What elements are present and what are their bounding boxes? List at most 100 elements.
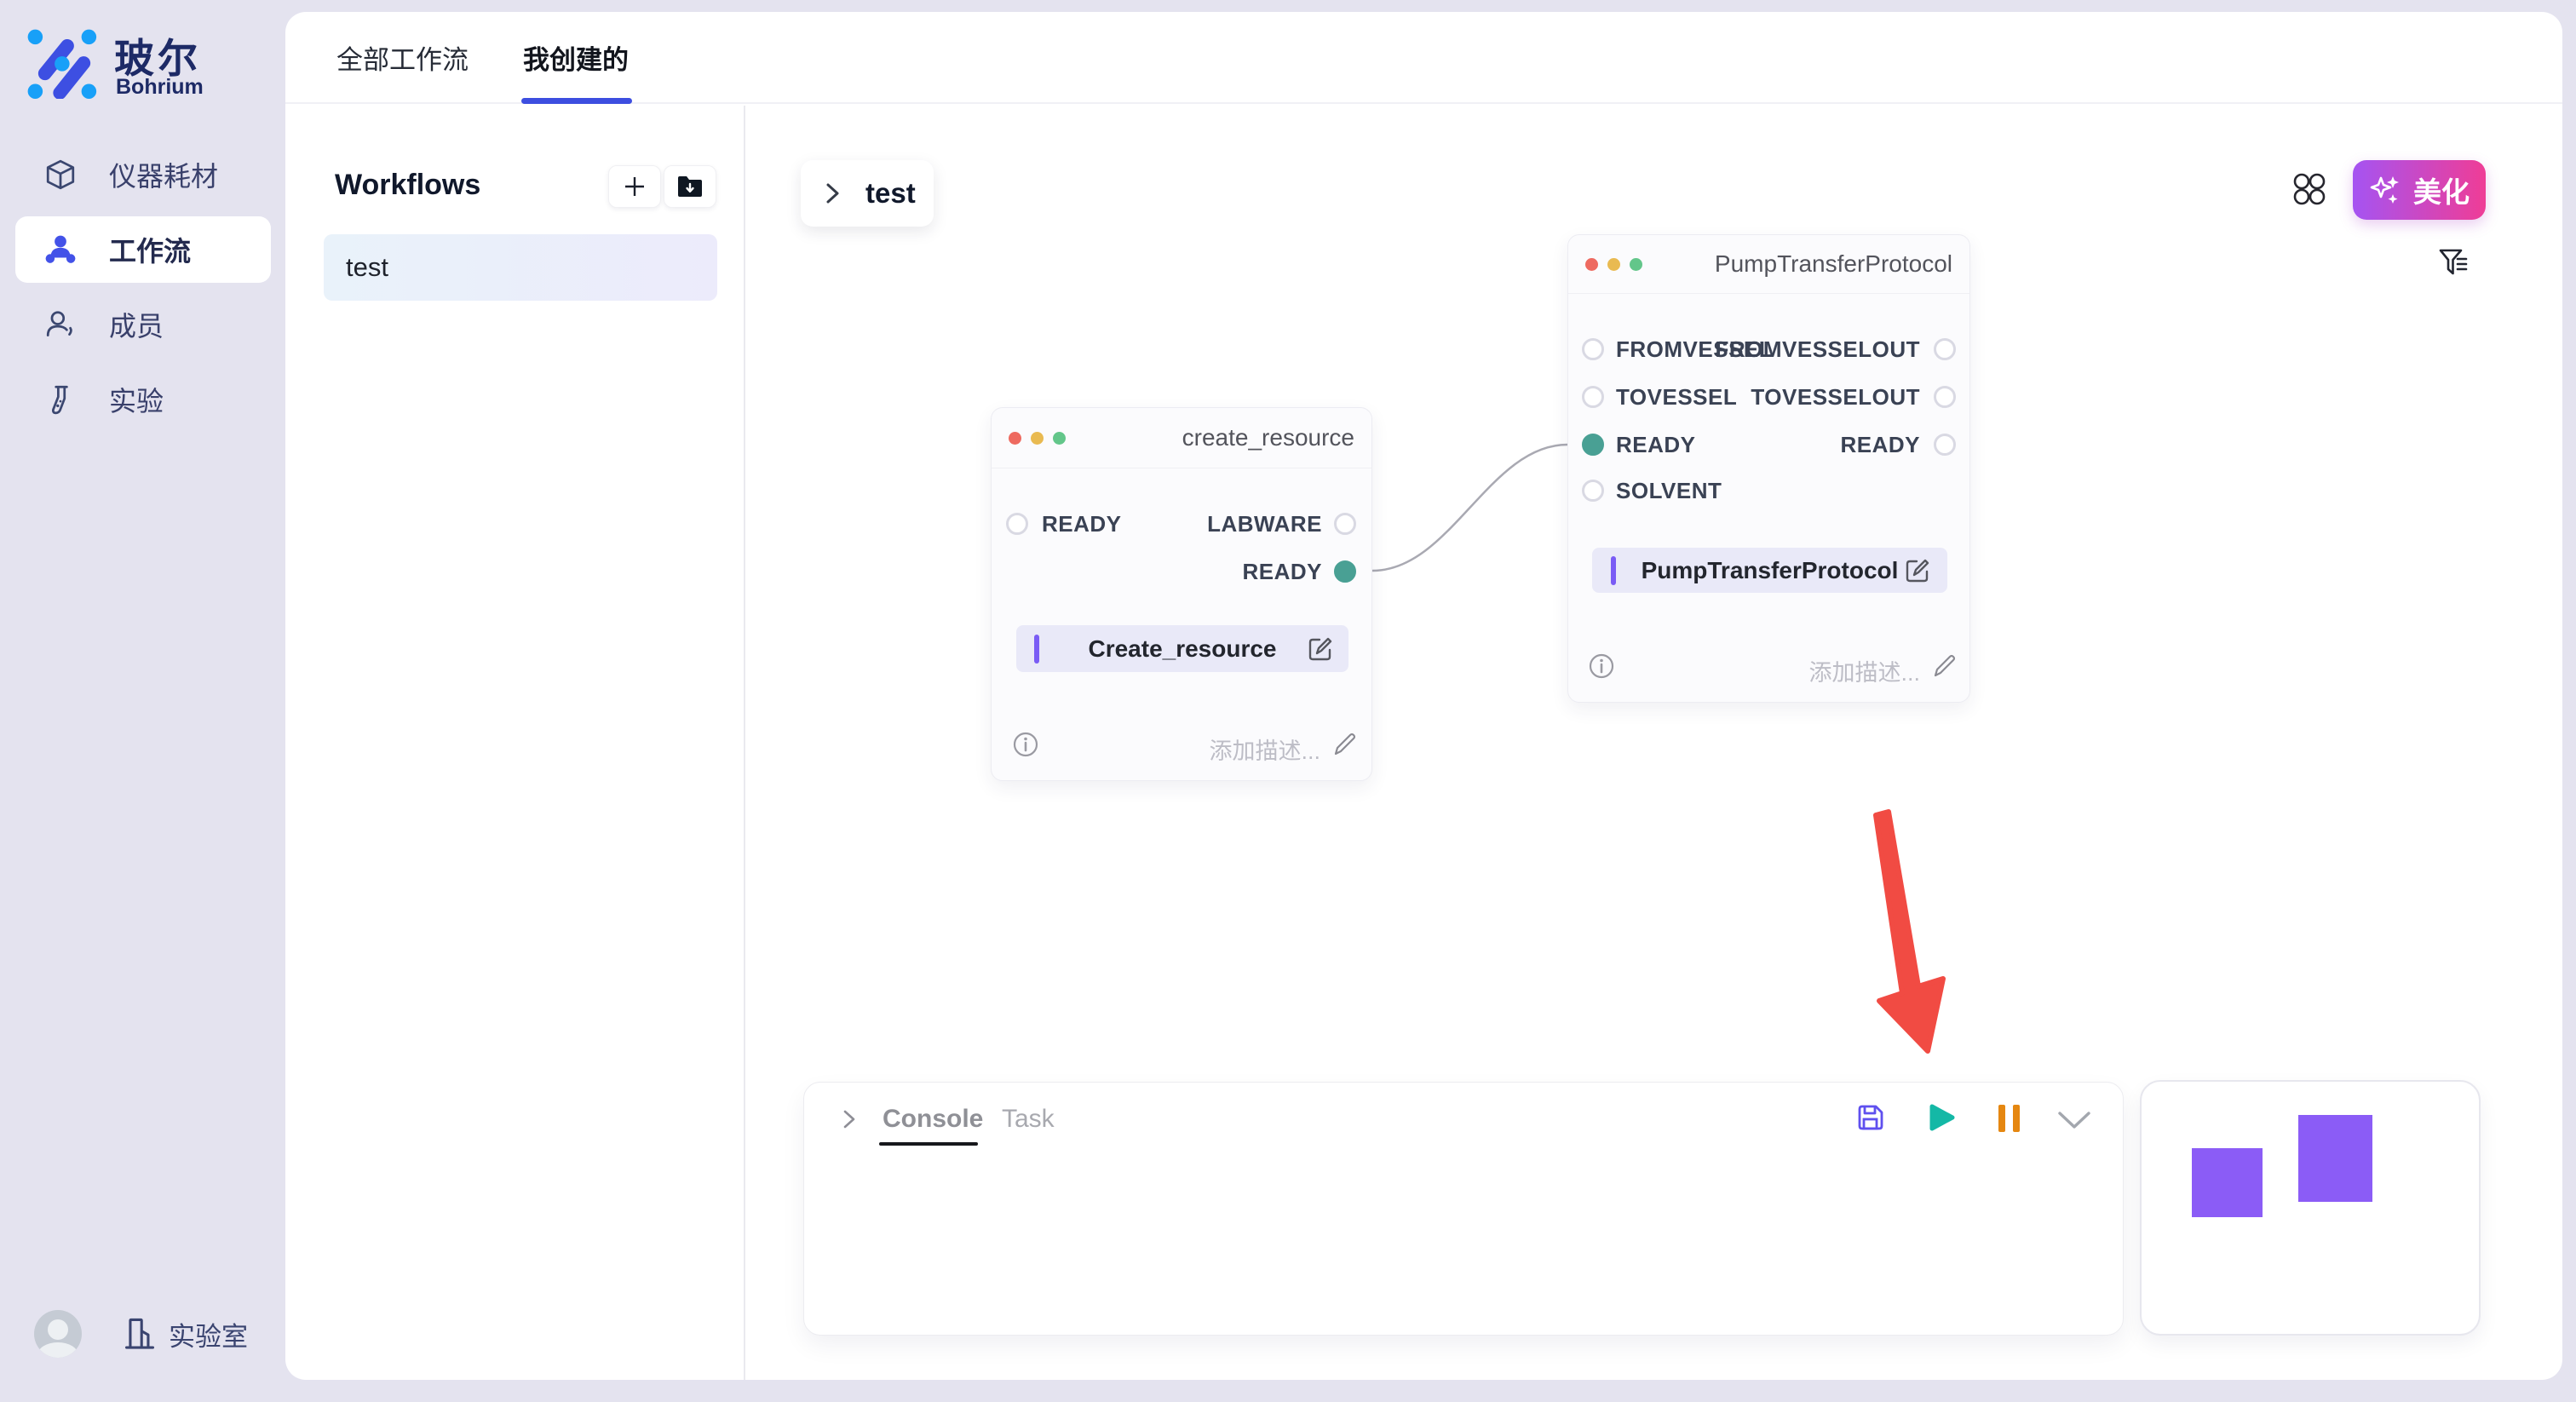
- beautify-button[interactable]: 美化: [2353, 160, 2486, 220]
- info-icon[interactable]: [1587, 652, 1616, 681]
- members-icon: [44, 308, 77, 341]
- play-icon[interactable]: [1925, 1101, 1958, 1134]
- minimap[interactable]: [2140, 1080, 2481, 1336]
- plus-icon: [621, 173, 648, 200]
- chevron-right-icon[interactable]: [838, 1108, 860, 1130]
- traffic-lights: [1585, 258, 1642, 271]
- minimap-node-create-resource: [2192, 1148, 2263, 1217]
- traffic-lights: [1009, 432, 1066, 445]
- node-title: PumpTransferProtocol: [1715, 250, 1952, 278]
- pencil-icon[interactable]: [1932, 653, 1958, 679]
- main-header: 全部工作流 我创建的: [285, 12, 2562, 104]
- port-circle-icon[interactable]: [1934, 338, 1956, 360]
- tab-label: 全部工作流: [336, 38, 469, 77]
- port-circle-icon[interactable]: [1582, 338, 1604, 360]
- port-circle-icon[interactable]: [1934, 386, 1956, 408]
- port-label: TOVESSEL: [1616, 384, 1737, 411]
- port-circle-connected-icon[interactable]: [1334, 560, 1356, 583]
- pencil-icon[interactable]: [1332, 732, 1358, 757]
- edit-icon[interactable]: [1306, 635, 1335, 664]
- lab-switcher[interactable]: 实验室: [123, 1315, 248, 1353]
- sidebar-item-label: 实验: [109, 380, 164, 419]
- minimap-node-pump-transfer: [2298, 1115, 2372, 1202]
- action-accent-bar: [1611, 556, 1616, 585]
- workflow-list-item[interactable]: test: [324, 234, 717, 301]
- filter-icon[interactable]: [2436, 245, 2470, 279]
- layout-command-icon[interactable]: [2292, 172, 2326, 206]
- output-port-ready[interactable]: READY: [1840, 433, 1969, 457]
- traffic-yellow-icon[interactable]: [1031, 432, 1044, 445]
- port-circle-connected-icon[interactable]: [1582, 434, 1604, 456]
- save-icon[interactable]: [1854, 1101, 1887, 1134]
- traffic-green-icon[interactable]: [1053, 432, 1066, 445]
- node-create-resource[interactable]: create_resource READY LABWARE READY Crea…: [991, 407, 1372, 781]
- node-title: create_resource: [1182, 424, 1354, 451]
- workflow-team-icon: [44, 233, 77, 266]
- tab-console[interactable]: Console: [883, 1105, 983, 1134]
- node-header: create_resource: [992, 408, 1371, 468]
- sidebar-item-label: 工作流: [109, 230, 191, 269]
- port-label: TOVESSELOUT: [1751, 384, 1920, 411]
- port-label: READY: [1616, 432, 1696, 458]
- input-port-ready[interactable]: READY: [1568, 433, 1696, 457]
- port-circle-icon[interactable]: [1582, 386, 1604, 408]
- traffic-yellow-icon[interactable]: [1607, 258, 1620, 271]
- input-port-solvent[interactable]: SOLVENT: [1568, 479, 1722, 503]
- port-circle-icon[interactable]: [1934, 434, 1956, 456]
- traffic-red-icon[interactable]: [1009, 432, 1021, 445]
- input-port-ready[interactable]: READY: [992, 512, 1122, 536]
- canvas-breadcrumb[interactable]: test: [801, 160, 934, 227]
- workflows-title: Workflows: [335, 169, 480, 202]
- output-port-tovesselout[interactable]: TOVESSELOUT: [1751, 385, 1969, 409]
- port-label: READY: [1242, 559, 1322, 585]
- port-label: FROMVESSELOUT: [1715, 336, 1920, 363]
- description-placeholder[interactable]: 添加描述...: [1808, 654, 1920, 687]
- pause-icon[interactable]: [1997, 1103, 2022, 1134]
- node-action-pill[interactable]: Create_resource: [1016, 625, 1348, 672]
- tab-task[interactable]: Task: [1002, 1105, 1055, 1134]
- traffic-green-icon[interactable]: [1630, 258, 1642, 271]
- folder-download-icon: [676, 174, 704, 199]
- sidebar-item-members[interactable]: 成员: [15, 291, 271, 358]
- chevron-down-icon[interactable]: [2056, 1110, 2092, 1130]
- input-port-tovessel[interactable]: TOVESSEL: [1568, 385, 1737, 409]
- port-circle-icon[interactable]: [1006, 513, 1028, 535]
- traffic-red-icon[interactable]: [1585, 258, 1598, 271]
- active-tab-underline: [521, 98, 632, 104]
- tab-all-workflows[interactable]: 全部工作流: [336, 11, 469, 103]
- breadcrumb-label: test: [865, 177, 916, 210]
- bohrium-logo-icon: [26, 27, 97, 99]
- output-port-labware[interactable]: LABWARE: [1207, 512, 1371, 536]
- sidebar-item-experiments[interactable]: 实验: [15, 366, 271, 433]
- node-pump-transfer-protocol[interactable]: PumpTransferProtocol FROMVESSEL FROMVESS…: [1567, 234, 1970, 703]
- description-placeholder[interactable]: 添加描述...: [1209, 733, 1320, 766]
- edge-create-resource-to-pump: [1372, 445, 1567, 571]
- port-label: SOLVENT: [1616, 478, 1722, 504]
- sidebar-item-instruments[interactable]: 仪器耗材: [15, 141, 271, 208]
- edit-icon[interactable]: [1903, 556, 1932, 585]
- node-action-pill[interactable]: PumpTransferProtocol: [1592, 548, 1947, 593]
- beautify-label: 美化: [2413, 170, 2470, 210]
- sidebar-item-workflow[interactable]: 工作流: [15, 216, 271, 283]
- avatar[interactable]: [34, 1310, 82, 1358]
- brand-name-en: Bohrium: [116, 75, 204, 100]
- node-header: PumpTransferProtocol: [1568, 235, 1969, 294]
- port-circle-icon[interactable]: [1334, 513, 1356, 535]
- sidebar-item-label: 成员: [109, 305, 164, 344]
- port-label: LABWARE: [1207, 511, 1322, 537]
- sidebar-footer: 实验室: [34, 1307, 273, 1360]
- test-tube-icon: [44, 383, 77, 416]
- output-port-ready[interactable]: READY: [1242, 560, 1371, 583]
- tab-my-created[interactable]: 我创建的: [523, 11, 629, 103]
- lab-label: 实验室: [169, 1315, 248, 1353]
- workflows-panel: Workflows test: [285, 106, 745, 1380]
- box-icon: [44, 158, 77, 191]
- output-port-fromvesselout[interactable]: FROMVESSELOUT: [1715, 337, 1969, 361]
- action-accent-bar: [1034, 635, 1039, 664]
- add-workflow-button[interactable]: [608, 165, 661, 208]
- sidebar-nav: 仪器耗材 工作流 成员 实验: [15, 141, 271, 441]
- port-circle-icon[interactable]: [1582, 480, 1604, 502]
- import-workflow-button[interactable]: [664, 165, 716, 208]
- info-icon[interactable]: [1011, 730, 1040, 759]
- port-label: READY: [1042, 511, 1122, 537]
